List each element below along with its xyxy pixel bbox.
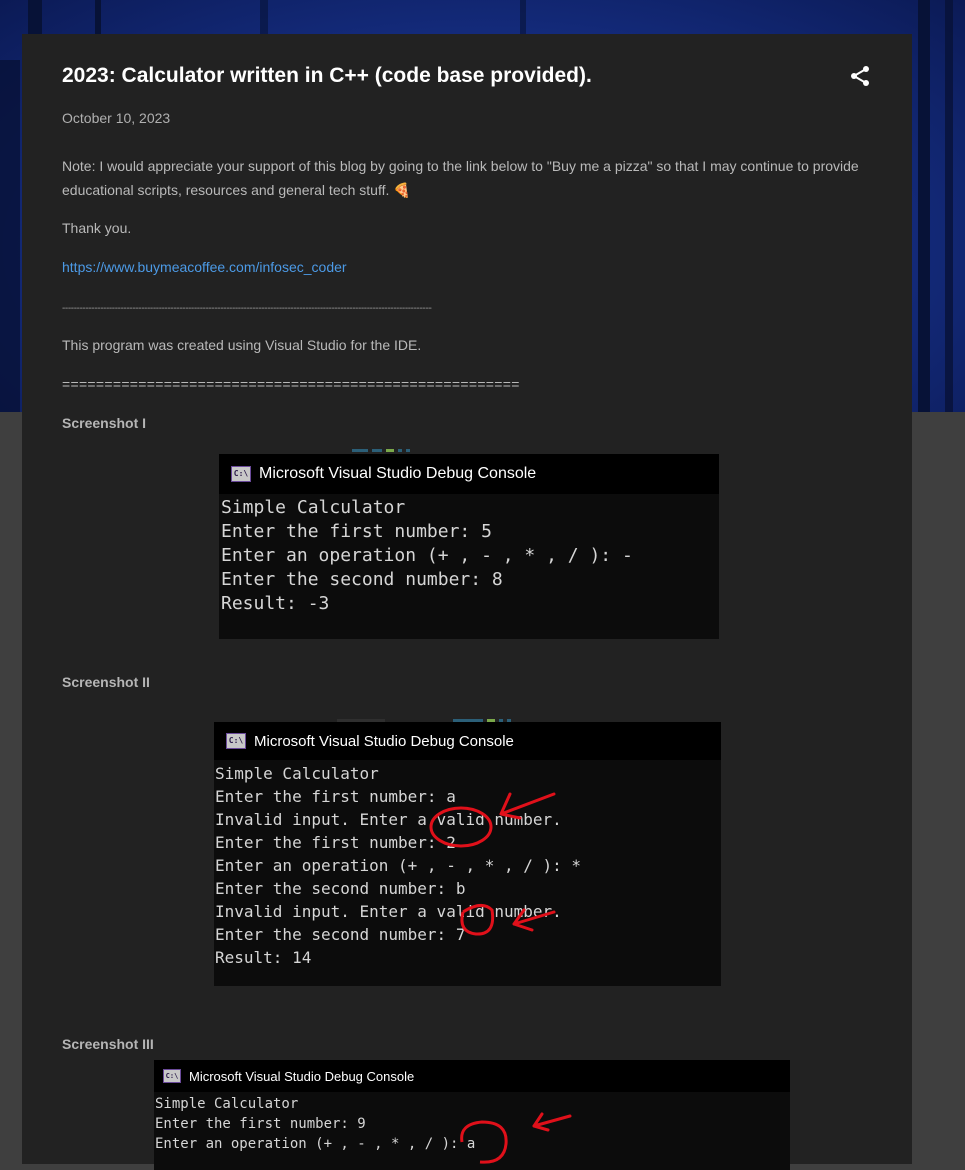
screenshot-image: C:\ Microsoft Visual Studio Debug Consol… xyxy=(219,454,719,639)
cropped-strip xyxy=(337,714,577,722)
console-window-title: Microsoft Visual Studio Debug Console xyxy=(189,1068,415,1084)
console-line: Enter the first number: 9 xyxy=(155,1116,366,1132)
console-line: Enter an operation (+ , - , * , / ): * xyxy=(215,856,582,875)
equals-separator: ========================================… xyxy=(62,376,520,392)
console-output: Simple Calculator Enter the first number:… xyxy=(219,494,719,616)
console-line: Enter an operation (+ , - , * , / ): - xyxy=(221,545,633,566)
console-line: Simple Calculator xyxy=(215,764,379,783)
console-line: Enter the second number: 8 xyxy=(221,569,503,590)
thanks-text: Thank you. xyxy=(62,220,132,236)
console-line: Enter the first number: a xyxy=(215,787,456,806)
console-line: Simple Calculator xyxy=(221,497,406,518)
screenshot-label: Screenshot III xyxy=(62,1036,154,1052)
screenshot-image: C:\ Microsoft Visual Studio Debug Consol… xyxy=(154,1060,790,1170)
console-line: Result: -3 xyxy=(221,593,330,614)
buymeacoffee-link[interactable]: https://www.buymeacoffee.com/infosec_cod… xyxy=(62,259,347,275)
dash-separator: ----------------------------------------… xyxy=(62,303,432,314)
console-line: Enter the second number: 7 xyxy=(215,925,466,944)
console-line: Invalid input. Enter a valid number. xyxy=(215,810,562,829)
cropped-strip xyxy=(352,444,462,452)
console-icon: C:\ xyxy=(163,1069,181,1083)
console-output: Simple Calculator Enter the first number:… xyxy=(214,760,721,969)
console-icon: C:\ xyxy=(231,466,251,482)
console-line: Enter the second number: b xyxy=(215,879,466,898)
console-line: Enter the first number: 2 xyxy=(215,833,456,852)
console-line: Enter an operation (+ , - , * , / ): a xyxy=(155,1136,476,1152)
screenshot-label: Screenshot II xyxy=(62,674,150,690)
console-window-title: Microsoft Visual Studio Debug Console xyxy=(259,465,537,482)
console-title-bar: C:\ Microsoft Visual Studio Debug Consol… xyxy=(214,722,721,760)
blog-post-card: 2023: Calculator written in C++ (code ba… xyxy=(22,34,912,1170)
post-title: 2023: Calculator written in C++ (code ba… xyxy=(62,64,592,87)
console-icon: C:\ xyxy=(226,733,246,749)
console-window-title: Microsoft Visual Studio Debug Console xyxy=(254,732,514,750)
console-title-bar: C:\ Microsoft Visual Studio Debug Consol… xyxy=(219,454,719,494)
console-line: Enter the first number: 5 xyxy=(221,521,492,542)
console-line: Simple Calculator xyxy=(155,1096,299,1112)
console-title-bar: C:\ Microsoft Visual Studio Debug Consol… xyxy=(154,1060,790,1092)
ide-text: This program was created using Visual St… xyxy=(62,337,422,353)
share-icon[interactable] xyxy=(848,64,872,88)
console-line: Result: 14 xyxy=(215,948,312,967)
post-date: October 10, 2023 xyxy=(62,110,171,126)
screenshot-image: C:\ Microsoft Visual Studio Debug Consol… xyxy=(214,722,721,986)
console-line: Invalid input. Enter a valid number. xyxy=(215,902,562,921)
support-note: Note: I would appreciate your support of… xyxy=(62,158,859,198)
screenshot-label: Screenshot I xyxy=(62,415,147,431)
console-output: Simple Calculator Enter the first number:… xyxy=(154,1092,790,1154)
